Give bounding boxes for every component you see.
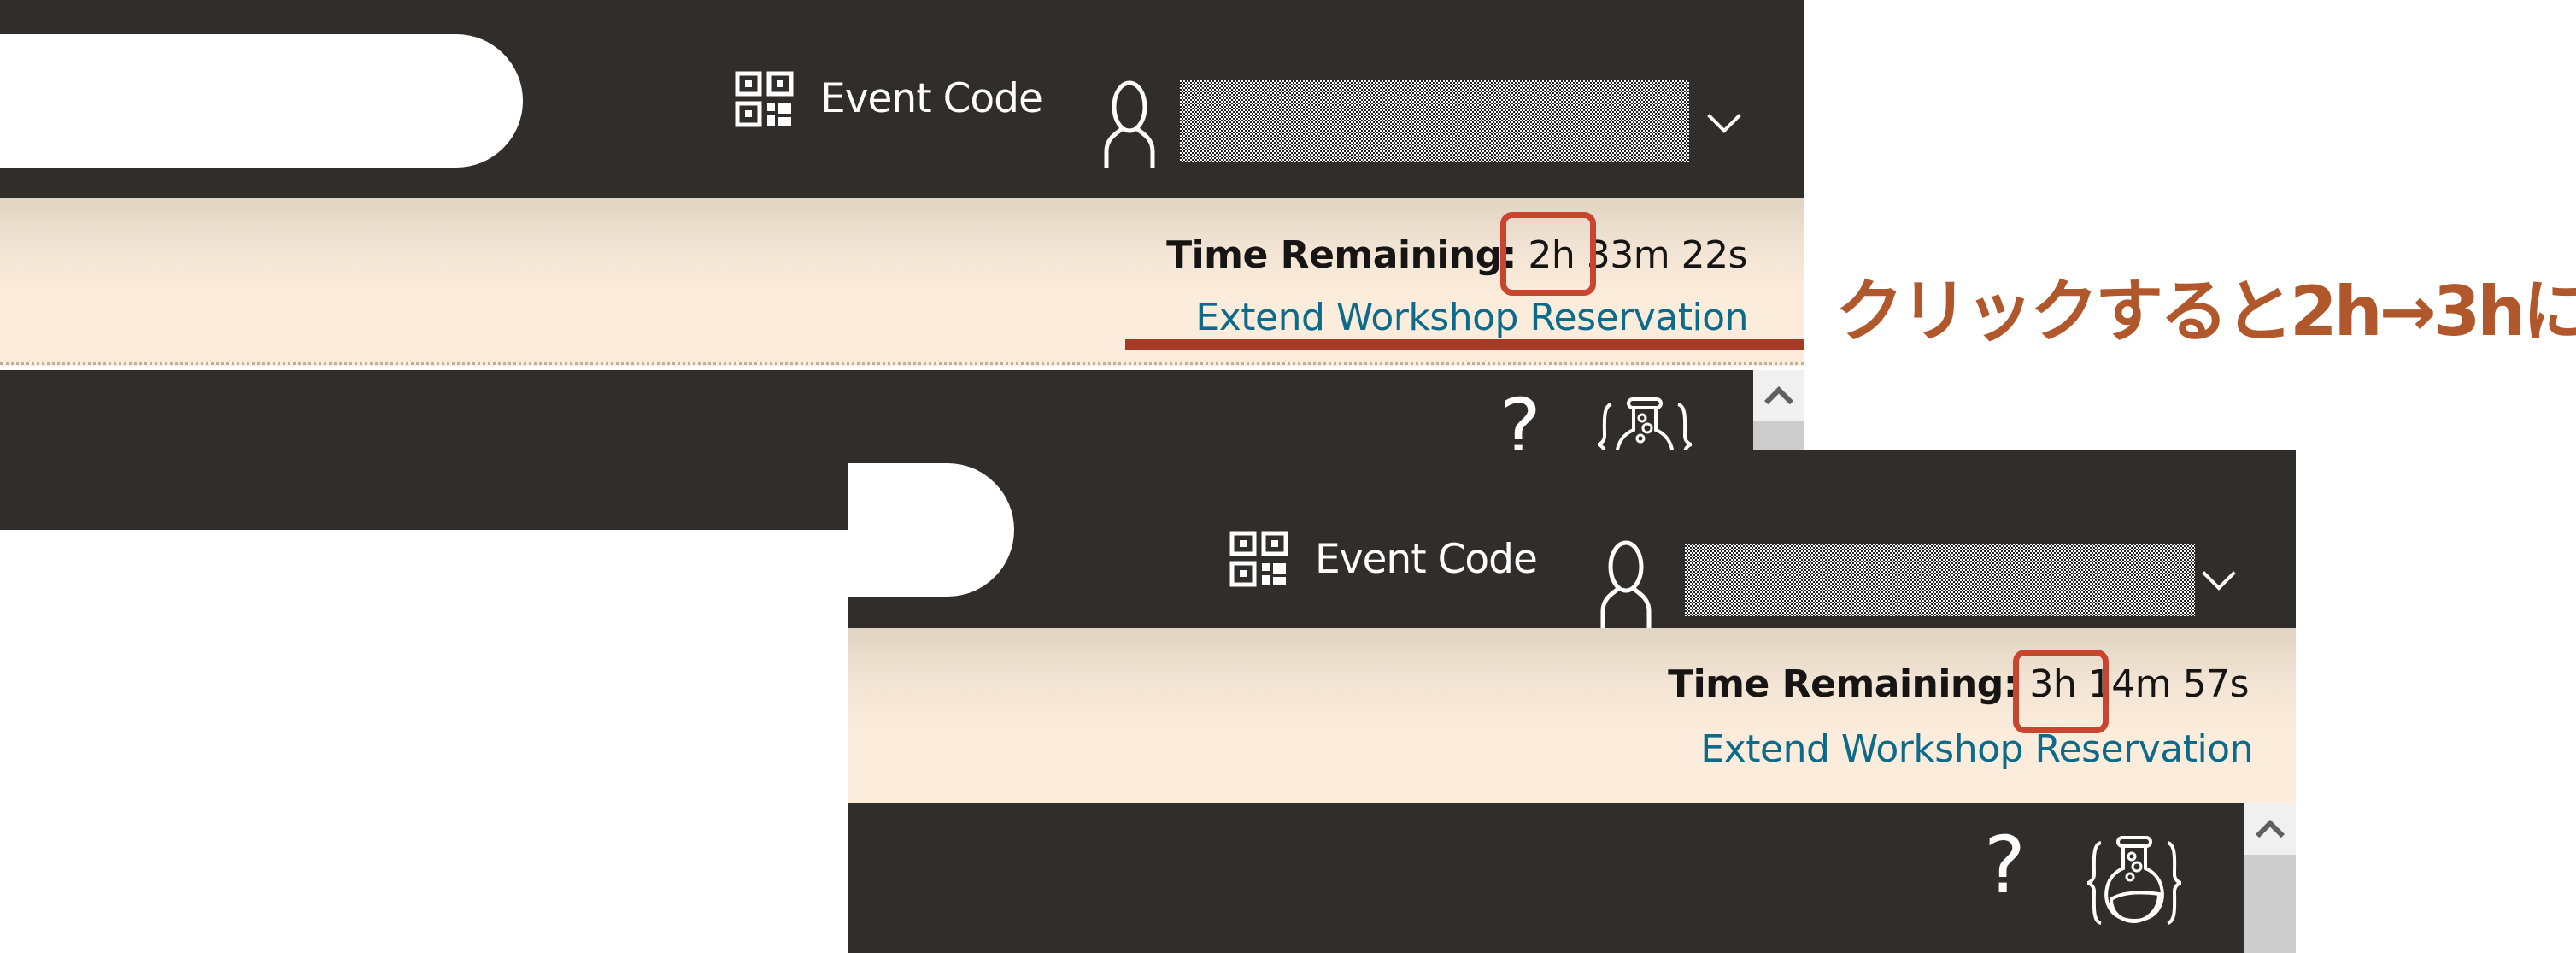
extend-reservation-link[interactable]: Extend Workshop Reservation — [1700, 731, 2253, 768]
question-mark-icon[interactable]: ? — [1984, 827, 2026, 905]
highlight-box-after — [2013, 650, 2109, 733]
time-remaining-label: Time Remaining: — [1166, 233, 1517, 277]
highlight-box-before — [1500, 212, 1596, 296]
highlight-underline — [1125, 339, 1804, 350]
extend-reservation-link[interactable]: Extend Workshop Reservation — [1195, 299, 1748, 337]
divider — [0, 362, 1804, 365]
event-code-link[interactable]: Event Code — [1315, 539, 1538, 579]
time-remaining: Time Remaining: 3h 14m 57s — [1668, 666, 2249, 703]
flask-icon[interactable] — [2087, 836, 2181, 930]
user-name-redacted[interactable] — [1180, 80, 1689, 162]
time-remaining-label: Time Remaining: — [1668, 662, 2018, 706]
search-input[interactable] — [848, 463, 1014, 597]
lower-toolbar — [848, 803, 2244, 953]
scrollbar[interactable] — [2244, 803, 2296, 953]
annotation-text: クリックすると2h→3hに — [1835, 272, 2576, 351]
event-code-link[interactable]: Event Code — [820, 79, 1043, 119]
time-remaining: Time Remaining: 2h 33m 22s — [1166, 237, 1747, 274]
time-remaining-rest: 14m 57s — [2087, 662, 2250, 706]
user-icon[interactable] — [1103, 79, 1156, 170]
qr-code-icon — [735, 71, 794, 127]
user-icon[interactable] — [1599, 539, 1652, 630]
search-input[interactable] — [0, 34, 523, 168]
qr-code-icon — [1229, 531, 1288, 587]
user-name-redacted[interactable] — [1685, 544, 2195, 616]
time-remaining-rest: 33m 22s — [1586, 233, 1748, 277]
